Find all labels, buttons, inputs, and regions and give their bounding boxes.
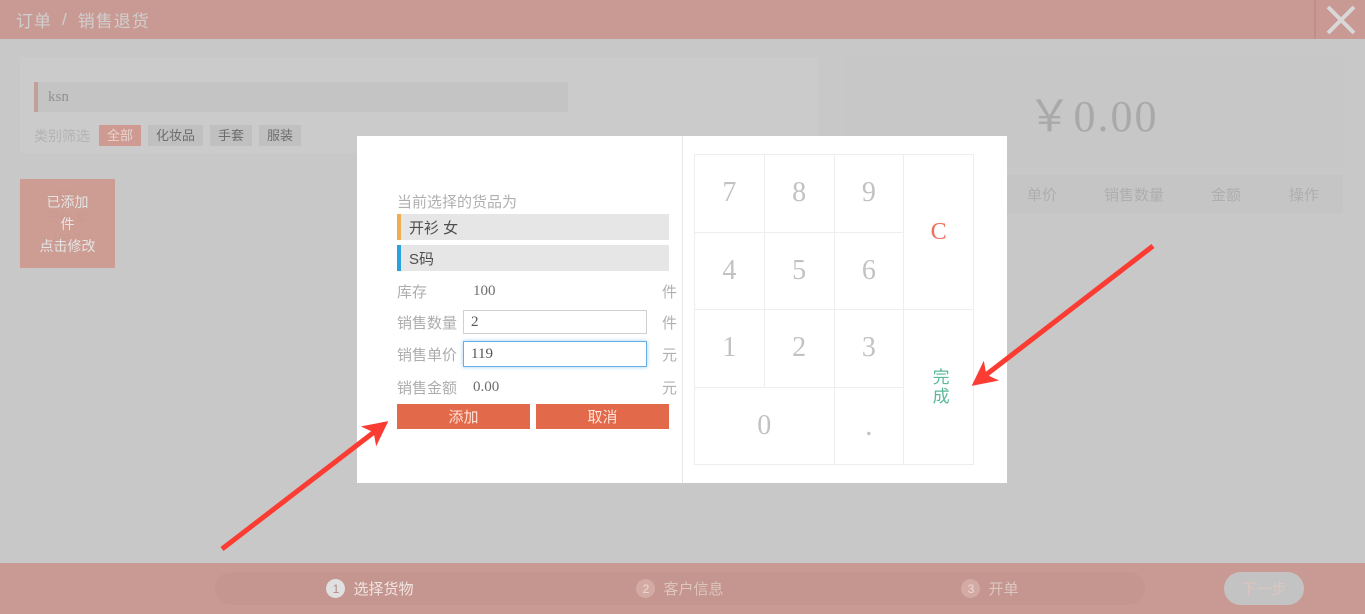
breadcrumb-root[interactable]: 订单 [16, 7, 52, 32]
total-amount-value: ￥0.00 [1028, 80, 1159, 144]
step-indicator: 1 选择货物 2 客户信息 3 开单 [215, 572, 1145, 605]
keypad-key-2[interactable]: 2 [765, 310, 835, 388]
search-input[interactable]: ksn [34, 82, 568, 112]
sale-price-row: 销售单价 119 元 [397, 341, 677, 367]
table-header-actions: 操作 [1265, 184, 1343, 205]
current-selection-label: 当前选择的货品为 [397, 191, 517, 212]
step-create-order[interactable]: 3 开单 [835, 578, 1145, 599]
step-2-label: 客户信息 [663, 578, 723, 599]
sale-amount-value: 0.00 [463, 379, 647, 396]
keypad-key-3[interactable]: 3 [835, 310, 905, 388]
step-2-number: 2 [636, 579, 655, 598]
step-1-label: 选择货物 [353, 578, 413, 599]
overlay-count-unit: 件 [61, 213, 75, 235]
step-customer-info[interactable]: 2 客户信息 [525, 578, 835, 599]
keypad-key-0[interactable]: 0 [695, 388, 835, 466]
sale-price-unit: 元 [653, 344, 677, 365]
add-item-modal: 当前选择的货品为 开衫 女 S码 库存 100 件 销售数量 2 件 销售单价 … [357, 136, 1007, 483]
category-chip-cosmetics[interactable]: 化妆品 [148, 125, 203, 146]
breadcrumb-current: 销售退货 [78, 7, 150, 32]
breadcrumb: 订单 / 销售退货 [16, 7, 150, 32]
sale-price-label: 销售单价 [397, 344, 463, 365]
stock-value: 100 [463, 283, 647, 300]
category-filter-label: 类别筛选 [34, 126, 90, 146]
modal-action-buttons: 添加 取消 [397, 404, 669, 429]
keypad-key-9[interactable]: 9 [835, 155, 905, 233]
keypad-key-decimal[interactable]: . [835, 388, 905, 466]
stock-unit: 件 [653, 281, 677, 302]
keypad-done-button[interactable]: 完成 [904, 310, 974, 465]
search-input-value: ksn [48, 89, 69, 106]
overlay-added-label: 已添加 [47, 191, 89, 213]
category-chip-clothing[interactable]: 服装 [259, 125, 301, 146]
keypad-key-6[interactable]: 6 [835, 233, 905, 311]
category-chip-gloves[interactable]: 手套 [210, 125, 252, 146]
wizard-footer: 1 选择货物 2 客户信息 3 开单 下一步 [0, 563, 1365, 614]
confirm-add-button[interactable]: 添加 [397, 404, 530, 429]
next-step-button[interactable]: 下一步 [1224, 572, 1304, 605]
sale-quantity-input[interactable]: 2 [463, 310, 647, 334]
sale-amount-label: 销售金额 [397, 377, 463, 398]
category-chip-all[interactable]: 全部 [99, 125, 141, 146]
window-title-bar: 订单 / 销售退货 [0, 0, 1365, 39]
sale-amount-row: 销售金额 0.00 元 [397, 374, 677, 400]
sale-amount-unit: 元 [653, 377, 677, 398]
table-header-amount: 金额 [1187, 184, 1265, 205]
numeric-keypad: 7 8 9 C 4 5 6 1 2 3 完成 0 . [694, 154, 974, 465]
selected-product-spec: S码 [397, 245, 669, 271]
close-button[interactable] [1314, 0, 1365, 39]
stock-row: 库存 100 件 [397, 278, 677, 304]
sale-price-input[interactable]: 119 [463, 341, 647, 367]
sale-quantity-unit: 件 [653, 312, 677, 333]
selected-product-name: 开衫 女 [397, 214, 669, 240]
step-1-number: 1 [326, 579, 345, 598]
keypad-key-8[interactable]: 8 [765, 155, 835, 233]
breadcrumb-separator: / [62, 10, 68, 30]
product-card-added-overlay[interactable]: 已添加 件 点击修改 [20, 179, 115, 268]
table-header-price: 单价 [1003, 184, 1081, 205]
step-3-label: 开单 [988, 578, 1018, 599]
stock-label: 库存 [397, 281, 463, 302]
keypad-key-7[interactable]: 7 [695, 155, 765, 233]
sale-quantity-row: 销售数量 2 件 [397, 309, 677, 335]
cancel-button[interactable]: 取消 [536, 404, 669, 429]
modal-keypad-panel: 7 8 9 C 4 5 6 1 2 3 完成 0 . [683, 136, 1007, 483]
category-filter-row: 类别筛选 全部 化妆品 手套 服装 [34, 125, 301, 146]
overlay-edit-hint: 点击修改 [40, 235, 96, 257]
keypad-key-4[interactable]: 4 [695, 233, 765, 311]
step-3-number: 3 [961, 579, 980, 598]
sale-quantity-label: 销售数量 [397, 312, 463, 333]
product-card[interactable]: S码 开衫 女 100件 已添加 件 点击修改 [20, 179, 115, 268]
keypad-key-5[interactable]: 5 [765, 233, 835, 311]
close-icon [1324, 3, 1358, 37]
step-select-goods[interactable]: 1 选择货物 [215, 578, 525, 599]
modal-form-panel: 当前选择的货品为 开衫 女 S码 库存 100 件 销售数量 2 件 销售单价 … [357, 136, 683, 483]
keypad-key-1[interactable]: 1 [695, 310, 765, 388]
keypad-clear-button[interactable]: C [904, 155, 974, 310]
table-header-quantity: 销售数量 [1081, 184, 1187, 205]
